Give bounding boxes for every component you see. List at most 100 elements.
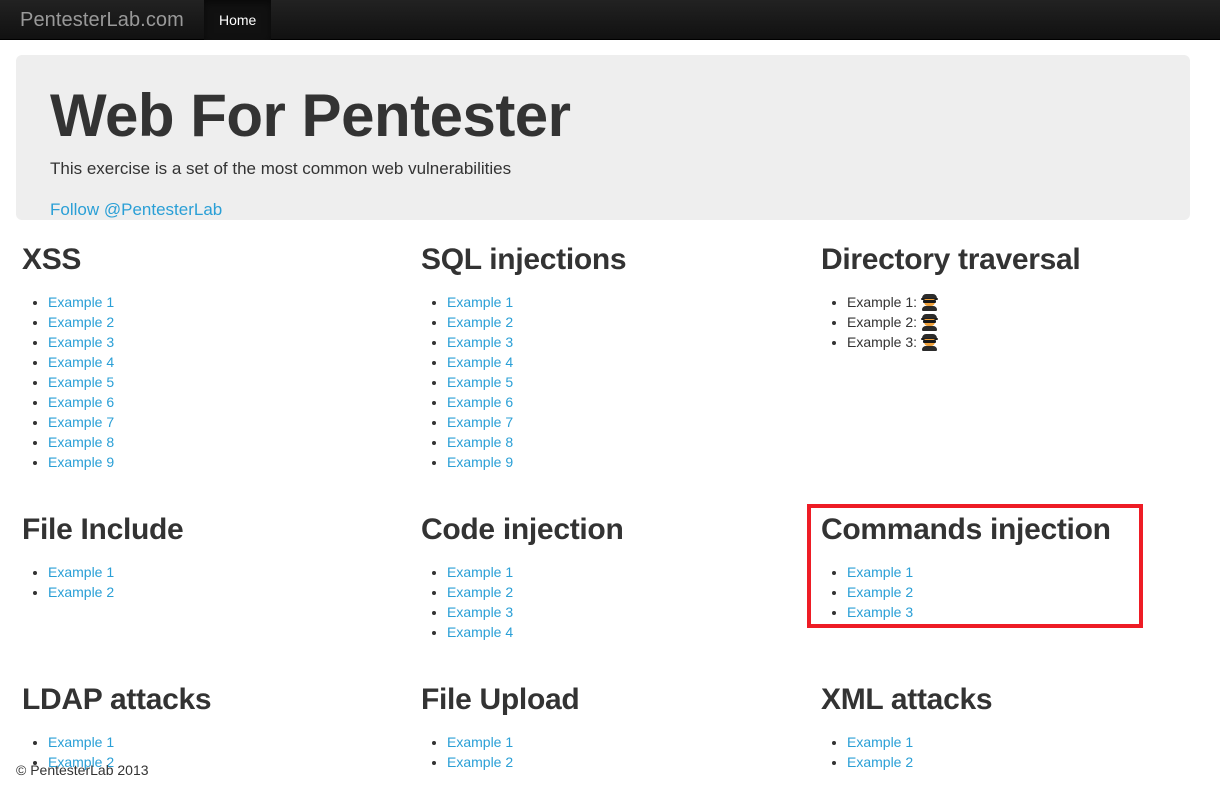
list-item: Example 1: [447, 562, 791, 582]
site-brand[interactable]: PentesterLab.com: [20, 0, 184, 40]
example-link[interactable]: Example 2: [847, 584, 913, 600]
section-title-directory-traversal: Directory traversal: [821, 243, 1081, 276]
example-link[interactable]: Example 2: [48, 314, 114, 330]
list-item: Example 2: [447, 582, 791, 602]
example-list-code-injection: Example 1 Example 2 Example 3 Example 4: [421, 562, 791, 642]
list-item: Example 3: [847, 602, 1191, 622]
list-item: Example 9: [447, 452, 791, 472]
sections-row-1: XSS Example 1 Example 2 Example 3 Exampl…: [0, 240, 1220, 490]
list-item: Example 2: [48, 582, 392, 602]
section-title-commands-injection: Commands injection: [821, 513, 1111, 546]
list-item: Example 2:: [847, 312, 1191, 332]
list-item: Example 2: [847, 582, 1191, 602]
top-navbar: PentesterLab.com Home: [0, 0, 1220, 40]
list-item: Example 3:: [847, 332, 1191, 352]
list-item: Example 6: [48, 392, 392, 412]
example-link[interactable]: Example 4: [447, 624, 513, 640]
section-title-xss: XSS: [22, 243, 82, 276]
example-label: Example 1:: [847, 294, 918, 310]
list-item: Example 4: [447, 352, 791, 372]
list-item: Example 3: [447, 332, 791, 352]
list-item: Example 4: [447, 622, 791, 642]
example-list-directory-traversal: Example 1: Example 2: Example 3:: [821, 292, 1191, 352]
list-item: Example 7: [48, 412, 392, 432]
sections-row-3: LDAP attacks Example 1 Example 2 File Up…: [0, 680, 1220, 800]
example-label: Example 2:: [847, 314, 918, 330]
example-link[interactable]: Example 6: [48, 394, 114, 410]
spy-emoji-icon: [921, 314, 939, 331]
example-link[interactable]: Example 3: [447, 604, 513, 620]
section-title-ldap-attacks: LDAP attacks: [22, 683, 212, 716]
footer-copyright: © PentesterLab 2013: [16, 762, 149, 778]
list-item: Example 1: [847, 562, 1191, 582]
example-link[interactable]: Example 3: [847, 604, 913, 620]
list-item: Example 5: [48, 372, 392, 392]
example-link[interactable]: Example 1: [48, 734, 114, 750]
list-item: Example 8: [447, 432, 791, 452]
example-link[interactable]: Example 7: [447, 414, 513, 430]
example-link[interactable]: Example 8: [48, 434, 114, 450]
example-link[interactable]: Example 2: [447, 314, 513, 330]
section-code-injection: Code injection Example 1 Example 2 Examp…: [421, 510, 791, 642]
section-title-code-injection: Code injection: [421, 513, 624, 546]
example-link[interactable]: Example 7: [48, 414, 114, 430]
section-title-file-include: File Include: [22, 513, 184, 546]
section-title-sql-injections: SQL injections: [421, 243, 627, 276]
example-link[interactable]: Example 1: [48, 294, 114, 310]
list-item: Example 1: [48, 562, 392, 582]
list-item: Example 1: [447, 292, 791, 312]
list-item: Example 8: [48, 432, 392, 452]
example-link[interactable]: Example 5: [48, 374, 114, 390]
spy-emoji-icon: [921, 334, 939, 351]
example-link[interactable]: Example 1: [847, 564, 913, 580]
example-list-file-include: Example 1 Example 2: [22, 562, 392, 602]
example-link[interactable]: Example 2: [447, 584, 513, 600]
section-directory-traversal: Directory traversal Example 1: Example 2…: [821, 240, 1191, 352]
section-xss: XSS Example 1 Example 2 Example 3 Exampl…: [22, 240, 392, 472]
example-link[interactable]: Example 1: [48, 564, 114, 580]
example-link[interactable]: Example 1: [447, 294, 513, 310]
example-link[interactable]: Example 6: [447, 394, 513, 410]
example-link[interactable]: Example 4: [447, 354, 513, 370]
example-link[interactable]: Example 8: [447, 434, 513, 450]
section-title-xml-attacks: XML attacks: [821, 683, 993, 716]
section-commands-injection: Commands injection Example 1 Example 2 E…: [821, 510, 1191, 622]
hero-jumbotron: Web For Pentester This exercise is a set…: [16, 55, 1190, 220]
list-item: Example 1:: [847, 292, 1191, 312]
list-item: Example 3: [48, 332, 392, 352]
list-item: Example 1: [447, 732, 791, 752]
example-label: Example 3:: [847, 334, 918, 350]
list-item: Example 3: [447, 602, 791, 622]
example-list-xss: Example 1 Example 2 Example 3 Example 4 …: [22, 292, 392, 472]
example-link[interactable]: Example 5: [447, 374, 513, 390]
section-ldap-attacks: LDAP attacks Example 1 Example 2: [22, 680, 392, 772]
follow-pentesterlab-link[interactable]: Follow @PentesterLab: [50, 199, 222, 221]
list-item: Example 1: [48, 292, 392, 312]
example-link[interactable]: Example 3: [48, 334, 114, 350]
example-list-sql-injections: Example 1 Example 2 Example 3 Example 4 …: [421, 292, 791, 472]
list-item: Example 7: [447, 412, 791, 432]
section-title-file-upload: File Upload: [421, 683, 580, 716]
page-title: Web For Pentester: [50, 82, 571, 149]
page-subtitle: This exercise is a set of the most commo…: [50, 159, 512, 178]
section-file-include: File Include Example 1 Example 2: [22, 510, 392, 602]
example-link[interactable]: Example 9: [447, 454, 513, 470]
nav-tab-home[interactable]: Home: [204, 0, 272, 40]
list-item: Example 6: [447, 392, 791, 412]
vulnerability-sections-grid: XSS Example 1 Example 2 Example 3 Exampl…: [0, 240, 1220, 800]
example-link[interactable]: Example 4: [48, 354, 114, 370]
list-item: Example 4: [48, 352, 392, 372]
example-link[interactable]: Example 1: [447, 564, 513, 580]
list-item: Example 1: [48, 732, 392, 752]
section-xml-attacks: XML attacks Example 1 Example 2: [821, 680, 1191, 772]
spy-emoji-icon: [921, 294, 939, 311]
list-item: Example 1: [847, 732, 1191, 752]
list-item: Example 2: [48, 312, 392, 332]
example-link[interactable]: Example 3: [447, 334, 513, 350]
example-list-commands-injection: Example 1 Example 2 Example 3: [821, 562, 1191, 622]
example-link[interactable]: Example 2: [48, 584, 114, 600]
example-link[interactable]: Example 1: [447, 734, 513, 750]
page-footer: © PentesterLab 2013: [16, 760, 1190, 780]
example-link[interactable]: Example 1: [847, 734, 913, 750]
example-link[interactable]: Example 9: [48, 454, 114, 470]
